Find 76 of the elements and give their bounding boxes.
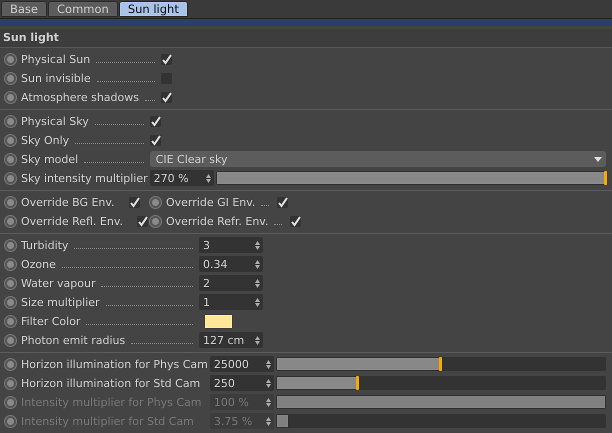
radio-icon[interactable] — [4, 172, 17, 184]
field-label: Physical Sun — [21, 52, 90, 66]
field-label: Turbidity — [21, 238, 68, 252]
radio-icon[interactable] — [4, 258, 17, 270]
number-field[interactable]: 25000 — [210, 356, 274, 372]
field-label: Override BG Env. — [21, 196, 115, 208]
radio-icon[interactable] — [4, 196, 17, 208]
field-label: Atmosphere shadows — [21, 90, 139, 104]
radio-icon[interactable] — [4, 238, 17, 252]
field-label: Horizon illumination for Phys Cam — [21, 358, 208, 370]
radio-icon[interactable] — [149, 196, 162, 208]
radio-icon[interactable] — [4, 396, 17, 408]
spinner-icon[interactable] — [266, 378, 271, 388]
radio-icon[interactable] — [149, 214, 162, 228]
number-field[interactable]: 250 — [210, 375, 274, 391]
section-header: Sun light — [0, 29, 612, 48]
field-label: Sky Only — [21, 134, 70, 146]
field-label: Physical Sky — [21, 114, 89, 128]
radio-icon[interactable] — [4, 358, 17, 370]
caret-icon — [594, 156, 602, 162]
number-field[interactable]: 270 % — [150, 170, 214, 186]
tab[interactable]: Common — [48, 1, 118, 17]
slider-thumb[interactable] — [356, 376, 360, 390]
checkbox[interactable] — [160, 92, 172, 102]
spinner-icon[interactable] — [255, 278, 260, 288]
spinner-icon[interactable] — [206, 174, 211, 182]
checkbox[interactable] — [128, 196, 140, 208]
field-label: Photon emit radius — [21, 334, 126, 346]
radio-icon[interactable] — [4, 90, 17, 104]
checkbox[interactable] — [290, 216, 302, 226]
radio-icon[interactable] — [4, 114, 17, 128]
field-label: Ozone — [21, 258, 56, 270]
radio-icon[interactable] — [4, 276, 17, 290]
checkbox[interactable] — [277, 196, 288, 208]
tab[interactable]: Sun light — [118, 1, 188, 17]
radio-icon[interactable] — [4, 52, 17, 66]
field-label: Override GI Env. — [166, 196, 256, 208]
field-label: Sky intensity multiplier — [21, 172, 148, 184]
spinner-icon[interactable] — [266, 360, 271, 368]
spinner-icon[interactable] — [255, 240, 260, 250]
spinner-icon[interactable] — [266, 416, 271, 426]
field-label: Horizon illumination for Std Cam — [21, 376, 200, 390]
field-label: Override Refl. Env. — [21, 214, 124, 228]
radio-icon[interactable] — [4, 214, 17, 228]
slider-thumb[interactable] — [438, 357, 442, 371]
radio-icon[interactable] — [4, 334, 17, 346]
spinner-icon[interactable] — [255, 336, 260, 344]
checkbox[interactable] — [150, 116, 161, 126]
tab[interactable]: Base — [1, 1, 48, 17]
number-field[interactable]: 1 — [199, 294, 263, 310]
field-label: Sky model — [21, 152, 78, 166]
slider-thumb[interactable] — [604, 171, 607, 185]
radio-icon[interactable] — [4, 314, 17, 328]
radio-icon[interactable] — [4, 296, 17, 308]
radio-icon[interactable] — [4, 72, 17, 84]
field-label: Sun invisible — [21, 72, 91, 84]
number-field[interactable]: 0.34 — [199, 256, 263, 272]
spinner-icon[interactable] — [255, 298, 260, 306]
checkbox[interactable] — [137, 216, 148, 226]
radio-icon[interactable] — [4, 152, 17, 166]
checkbox[interactable] — [160, 54, 172, 64]
radio-icon[interactable] — [4, 134, 17, 146]
sky-model-dropdown[interactable]: CIE Clear sky — [150, 151, 606, 167]
field-label: Filter Color — [21, 314, 80, 328]
radio-icon[interactable] — [4, 376, 17, 390]
spinner-icon[interactable] — [255, 260, 260, 268]
radio-icon[interactable] — [4, 414, 17, 428]
spinner-icon[interactable] — [266, 398, 271, 406]
color-swatch[interactable] — [205, 314, 232, 328]
field-label: Size multiplier — [21, 296, 100, 308]
number-field[interactable]: 3 — [199, 237, 263, 253]
number-field[interactable]: 2 — [199, 275, 263, 291]
checkbox[interactable] — [150, 134, 161, 146]
field-label: Override Refr. Env. — [166, 214, 268, 228]
field-label: Water vapour — [21, 276, 96, 290]
number-field[interactable]: 127 cm — [199, 332, 263, 348]
